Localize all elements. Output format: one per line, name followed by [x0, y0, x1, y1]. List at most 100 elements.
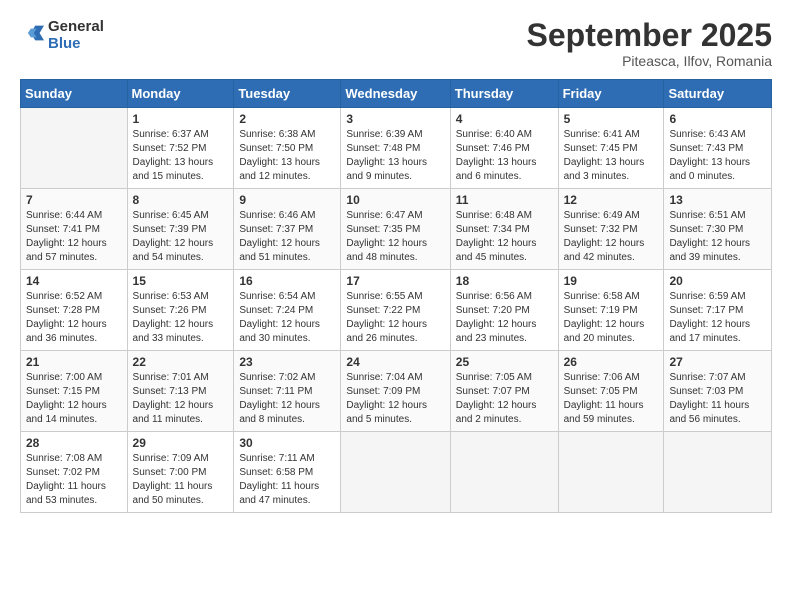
day-number: 30 — [239, 436, 335, 450]
day-number: 21 — [26, 355, 122, 369]
calendar-cell: 23 Sunrise: 7:02 AMSunset: 7:11 PMDayligh… — [234, 351, 341, 432]
calendar-cell: 4Sunrise: 6:40 AMSunset: 7:46 PMDaylight… — [450, 108, 558, 189]
calendar-cell: 5 Sunrise: 6:41 AMSunset: 7:45 PMDaylight… — [558, 108, 664, 189]
day-number: 13 — [669, 193, 766, 207]
day-number: 8 — [133, 193, 229, 207]
day-info: Sunrise: 6:51 AMSunset: 7:30 PMDaylight:… — [669, 209, 766, 265]
calendar-cell: 17 Sunrise: 6:55 AMSunset: 7:22 PMDayligh… — [341, 270, 450, 351]
logo: General Blue — [20, 18, 104, 53]
title-section: September 2025 Piteasca, Ilfov, Romania — [527, 18, 772, 69]
calendar-cell: 28Sunrise: 7:08 AMSunset: 7:02 PMDayligh… — [21, 432, 128, 513]
day-info: Sunrise: 6:58 AMSunset: 7:19 PMDaylight:… — [564, 290, 659, 346]
day-info: Sunrise: 6:53 AMSunset: 7:26 PMDaylight:… — [133, 290, 229, 346]
calendar-week-4: 21 Sunrise: 7:00 AMSunset: 7:15 PMDayligh… — [21, 351, 772, 432]
day-info: Sunrise: 6:59 AMSunset: 7:17 PMDaylight:… — [669, 290, 766, 346]
day-number: 7 — [26, 193, 122, 207]
column-header-thursday: Thursday — [450, 80, 558, 108]
calendar-cell: 29Sunrise: 7:09 AMSunset: 7:00 PMDayligh… — [127, 432, 234, 513]
month-title: September 2025 — [527, 18, 772, 53]
calendar-cell: 19 Sunrise: 6:58 AMSunset: 7:19 PMDayligh… — [558, 270, 664, 351]
calendar-week-5: 28Sunrise: 7:08 AMSunset: 7:02 PMDayligh… — [21, 432, 772, 513]
calendar-cell: 1 Sunrise: 6:37 AMSunset: 7:52 PMDaylight… — [127, 108, 234, 189]
day-info: Sunrise: 6:49 AMSunset: 7:32 PMDaylight:… — [564, 209, 659, 265]
day-number: 17 — [346, 274, 444, 288]
location: Piteasca, Ilfov, Romania — [527, 53, 772, 69]
day-info: Sunrise: 6:54 AMSunset: 7:24 PMDaylight:… — [239, 290, 335, 346]
calendar-cell: 15 Sunrise: 6:53 AMSunset: 7:26 PMDayligh… — [127, 270, 234, 351]
day-info: Sunrise: 6:38 AMSunset: 7:50 PMDaylight:… — [239, 128, 335, 184]
column-header-monday: Monday — [127, 80, 234, 108]
calendar-cell — [21, 108, 128, 189]
day-info: Sunrise: 6:39 AMSunset: 7:48 PMDaylight:… — [346, 128, 444, 184]
calendar: SundayMondayTuesdayWednesdayThursdayFrid… — [20, 79, 772, 513]
page-header: General Blue September 2025 Piteasca, Il… — [20, 18, 772, 69]
column-header-tuesday: Tuesday — [234, 80, 341, 108]
calendar-cell: 9Sunrise: 6:46 AMSunset: 7:37 PMDaylight… — [234, 189, 341, 270]
day-number: 1 — [133, 112, 229, 126]
calendar-cell: 20 Sunrise: 6:59 AMSunset: 7:17 PMDayligh… — [664, 270, 772, 351]
day-info: Sunrise: 7:02 AMSunset: 7:11 PMDaylight:… — [239, 371, 335, 427]
calendar-cell: 11 Sunrise: 6:48 AMSunset: 7:34 PMDayligh… — [450, 189, 558, 270]
column-header-wednesday: Wednesday — [341, 80, 450, 108]
calendar-cell: 27 Sunrise: 7:07 AMSunset: 7:03 PMDayligh… — [664, 351, 772, 432]
logo-text-blue: Blue — [48, 35, 104, 52]
day-info: Sunrise: 6:56 AMSunset: 7:20 PMDaylight:… — [456, 290, 553, 346]
day-info: Sunrise: 6:43 AMSunset: 7:43 PMDaylight:… — [669, 128, 766, 184]
day-info: Sunrise: 7:11 AMSunset: 6:58 PMDaylight:… — [239, 452, 335, 508]
day-number: 4 — [456, 112, 553, 126]
day-number: 19 — [564, 274, 659, 288]
calendar-cell: 21 Sunrise: 7:00 AMSunset: 7:15 PMDayligh… — [21, 351, 128, 432]
day-number: 23 — [239, 355, 335, 369]
day-info: Sunrise: 6:41 AMSunset: 7:45 PMDaylight:… — [564, 128, 659, 184]
calendar-cell: 16Sunrise: 6:54 AMSunset: 7:24 PMDayligh… — [234, 270, 341, 351]
logo-text-general: General — [48, 18, 104, 35]
column-header-saturday: Saturday — [664, 80, 772, 108]
calendar-cell: 6 Sunrise: 6:43 AMSunset: 7:43 PMDaylight… — [664, 108, 772, 189]
day-info: Sunrise: 7:01 AMSunset: 7:13 PMDaylight:… — [133, 371, 229, 427]
calendar-cell: 14Sunrise: 6:52 AMSunset: 7:28 PMDayligh… — [21, 270, 128, 351]
day-info: Sunrise: 6:55 AMSunset: 7:22 PMDaylight:… — [346, 290, 444, 346]
calendar-header-row: SundayMondayTuesdayWednesdayThursdayFrid… — [21, 80, 772, 108]
day-info: Sunrise: 7:04 AMSunset: 7:09 PMDaylight:… — [346, 371, 444, 427]
day-info: Sunrise: 6:45 AMSunset: 7:39 PMDaylight:… — [133, 209, 229, 265]
day-info: Sunrise: 6:46 AMSunset: 7:37 PMDaylight:… — [239, 209, 335, 265]
day-number: 27 — [669, 355, 766, 369]
calendar-cell — [558, 432, 664, 513]
day-number: 6 — [669, 112, 766, 126]
day-info: Sunrise: 6:37 AMSunset: 7:52 PMDaylight:… — [133, 128, 229, 184]
day-info: Sunrise: 7:09 AMSunset: 7:00 PMDaylight:… — [133, 452, 229, 508]
day-number: 15 — [133, 274, 229, 288]
calendar-cell: 22 Sunrise: 7:01 AMSunset: 7:13 PMDayligh… — [127, 351, 234, 432]
day-number: 22 — [133, 355, 229, 369]
day-info: Sunrise: 6:44 AMSunset: 7:41 PMDaylight:… — [26, 209, 122, 265]
day-info: Sunrise: 7:06 AMSunset: 7:05 PMDaylight:… — [564, 371, 659, 427]
calendar-cell: 18Sunrise: 6:56 AMSunset: 7:20 PMDayligh… — [450, 270, 558, 351]
day-info: Sunrise: 6:52 AMSunset: 7:28 PMDaylight:… — [26, 290, 122, 346]
day-number: 28 — [26, 436, 122, 450]
day-number: 11 — [456, 193, 553, 207]
calendar-cell: 24 Sunrise: 7:04 AMSunset: 7:09 PMDayligh… — [341, 351, 450, 432]
day-info: Sunrise: 7:07 AMSunset: 7:03 PMDaylight:… — [669, 371, 766, 427]
calendar-cell: 3 Sunrise: 6:39 AMSunset: 7:48 PMDaylight… — [341, 108, 450, 189]
day-info: Sunrise: 7:05 AMSunset: 7:07 PMDaylight:… — [456, 371, 553, 427]
day-info: Sunrise: 6:48 AMSunset: 7:34 PMDaylight:… — [456, 209, 553, 265]
day-number: 5 — [564, 112, 659, 126]
calendar-cell: 26Sunrise: 7:06 AMSunset: 7:05 PMDayligh… — [558, 351, 664, 432]
day-number: 10 — [346, 193, 444, 207]
calendar-cell — [664, 432, 772, 513]
calendar-week-3: 14Sunrise: 6:52 AMSunset: 7:28 PMDayligh… — [21, 270, 772, 351]
day-number: 24 — [346, 355, 444, 369]
calendar-week-1: 1 Sunrise: 6:37 AMSunset: 7:52 PMDaylight… — [21, 108, 772, 189]
day-number: 12 — [564, 193, 659, 207]
calendar-cell: 12 Sunrise: 6:49 AMSunset: 7:32 PMDayligh… — [558, 189, 664, 270]
calendar-cell — [341, 432, 450, 513]
logo-icon — [22, 22, 44, 44]
calendar-cell: 8 Sunrise: 6:45 AMSunset: 7:39 PMDaylight… — [127, 189, 234, 270]
column-header-friday: Friday — [558, 80, 664, 108]
day-info: Sunrise: 7:00 AMSunset: 7:15 PMDaylight:… — [26, 371, 122, 427]
calendar-cell: 10 Sunrise: 6:47 AMSunset: 7:35 PMDayligh… — [341, 189, 450, 270]
day-number: 20 — [669, 274, 766, 288]
calendar-week-2: 7 Sunrise: 6:44 AMSunset: 7:41 PMDaylight… — [21, 189, 772, 270]
day-number: 3 — [346, 112, 444, 126]
day-info: Sunrise: 6:47 AMSunset: 7:35 PMDaylight:… — [346, 209, 444, 265]
